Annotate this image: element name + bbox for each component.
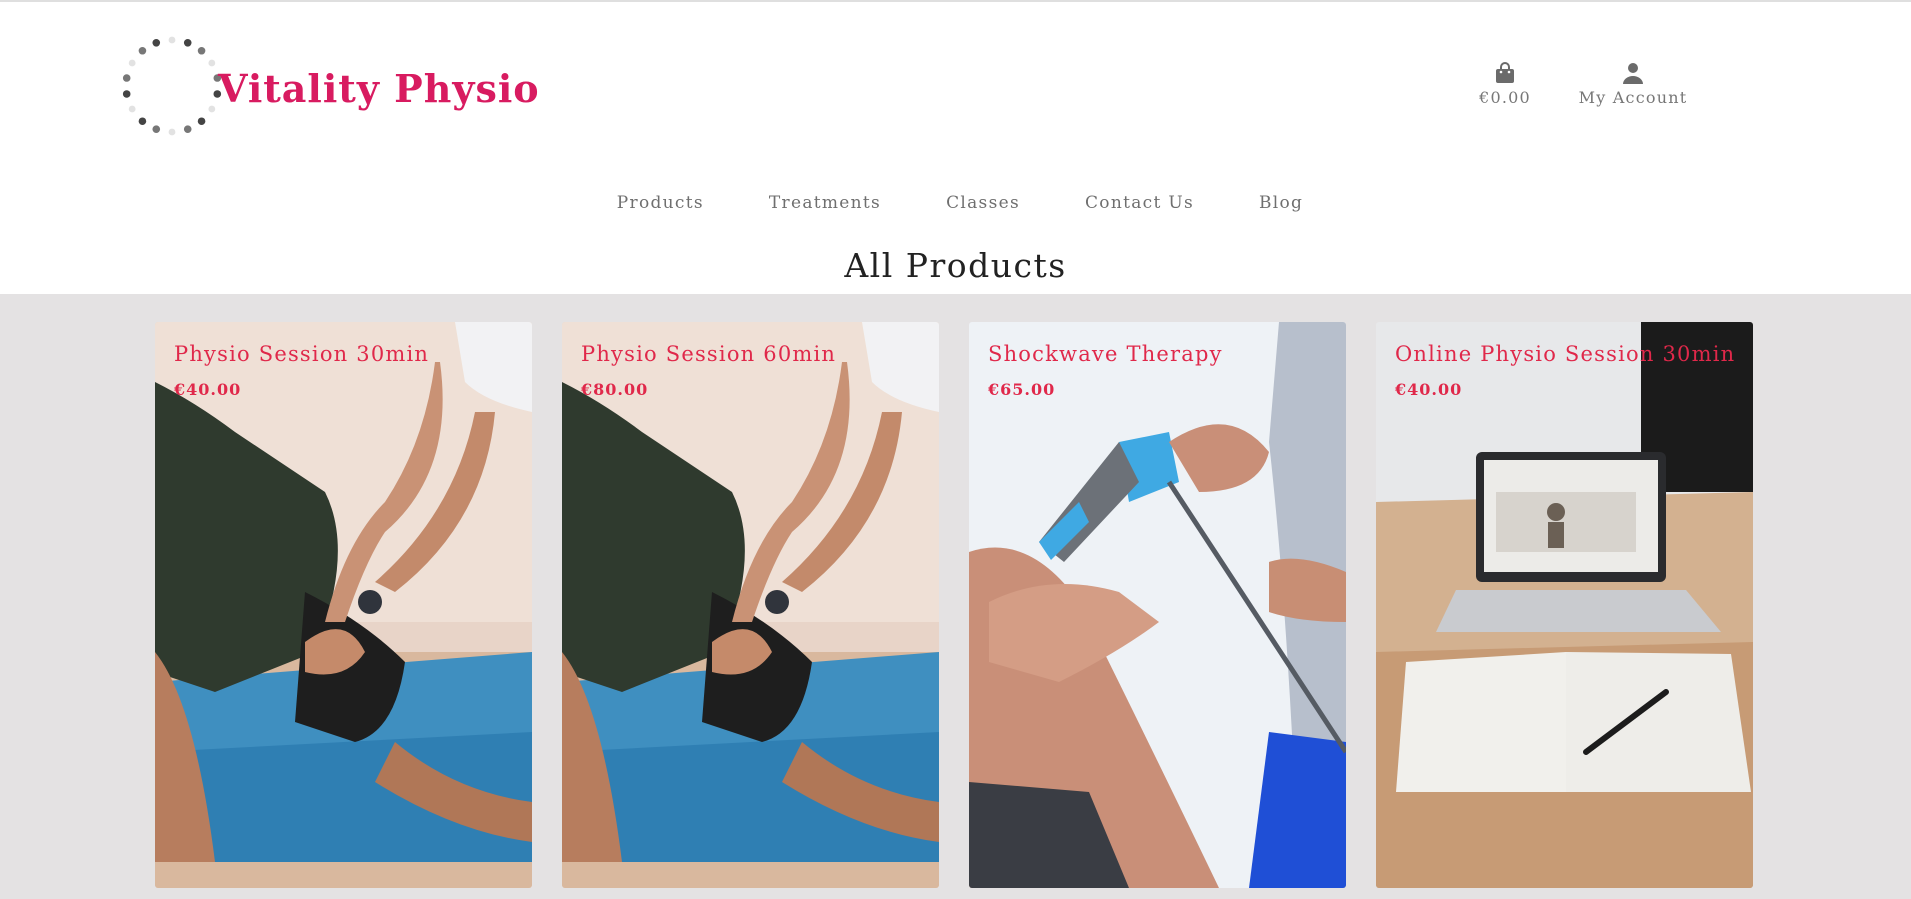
my-account-label: My Account [1578, 88, 1688, 107]
logo-dot [152, 125, 161, 134]
product-price: €65.00 [988, 380, 1056, 399]
nav-classes[interactable]: Classes [946, 193, 1020, 213]
logo-dot [208, 59, 216, 67]
logo-dot [183, 38, 192, 47]
main-nav: Products Treatments Classes Contact Us B… [0, 193, 1911, 213]
logo-dot [138, 117, 147, 126]
logo-dot [197, 117, 206, 126]
logo-dot [183, 125, 192, 134]
laptop-notebook-photo [1376, 322, 1753, 888]
logo-dot [128, 59, 136, 67]
nav-contact-us[interactable]: Contact Us [1085, 193, 1194, 213]
logo-dot [168, 128, 176, 136]
logo-dot [128, 105, 136, 113]
shockwave-knee-photo [969, 322, 1346, 888]
product-price: €80.00 [581, 380, 649, 399]
logo-dot [197, 46, 206, 55]
product-name[interactable]: Shockwave Therapy [988, 342, 1223, 366]
logo-dot [122, 74, 131, 82]
product-grid: Physio Session 30min €40.00 Physio Sessi… [0, 294, 1911, 899]
logo-dot [122, 90, 131, 98]
physio-stretch-photo [155, 322, 532, 888]
product-price: €40.00 [174, 380, 242, 399]
my-account-link[interactable]: My Account [1568, 62, 1698, 107]
product-name[interactable]: Online Physio Session 30min [1395, 342, 1735, 366]
logo-dots-icon [122, 36, 222, 136]
logo-dot [138, 46, 147, 55]
product-card[interactable]: Physio Session 30min €40.00 [155, 322, 532, 888]
user-icon [1568, 62, 1698, 86]
product-name[interactable]: Physio Session 60min [581, 342, 836, 366]
cart-total: €0.00 [1479, 88, 1531, 107]
top-border [0, 0, 1911, 2]
nav-blog[interactable]: Blog [1259, 193, 1303, 213]
logo-dot [152, 38, 161, 47]
product-card[interactable]: Online Physio Session 30min €40.00 [1376, 322, 1753, 888]
product-name[interactable]: Physio Session 30min [174, 342, 429, 366]
brand-name: Vitality Physio [218, 66, 540, 111]
product-card[interactable]: Physio Session 60min €80.00 [562, 322, 939, 888]
cart-button[interactable]: €0.00 [1472, 62, 1538, 107]
nav-treatments[interactable]: Treatments [769, 193, 881, 213]
shopping-bag-icon [1472, 62, 1538, 86]
page-title: All Products [844, 246, 1067, 285]
nav-products[interactable]: Products [617, 193, 704, 213]
product-price: €40.00 [1395, 380, 1463, 399]
logo-dot [208, 105, 216, 113]
physio-stretch-photo [562, 322, 939, 888]
logo-dot [168, 36, 176, 44]
product-card[interactable]: Shockwave Therapy €65.00 [969, 322, 1346, 888]
brand-logo[interactable]: Vitality Physio [118, 32, 540, 140]
